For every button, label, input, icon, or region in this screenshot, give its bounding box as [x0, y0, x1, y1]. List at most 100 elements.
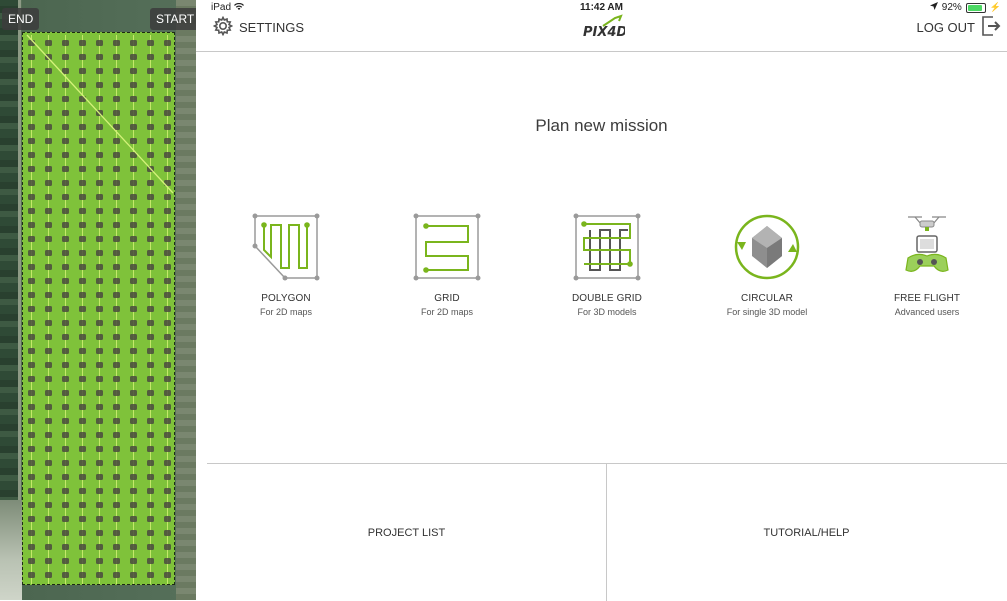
photo-marker: [45, 544, 52, 550]
mission-desc: For 2D maps: [259, 307, 312, 317]
photo-marker: [130, 292, 137, 298]
photo-marker: [113, 166, 120, 172]
photo-marker: [113, 572, 120, 578]
photo-marker: [28, 502, 35, 508]
photo-marker: [79, 558, 86, 564]
settings-label: SETTINGS: [239, 19, 305, 35]
photo-marker: [96, 250, 103, 256]
photo-marker: [96, 362, 103, 368]
photo-marker: [79, 544, 86, 550]
photo-marker: [130, 306, 137, 312]
photo-marker: [147, 250, 154, 256]
polygon-icon: [251, 212, 321, 282]
photo-marker: [96, 68, 103, 74]
photo-marker: [62, 166, 69, 172]
photo-marker: [62, 460, 69, 466]
photo-marker: [147, 292, 154, 298]
photo-marker: [45, 82, 52, 88]
settings-button[interactable]: SETTINGS: [212, 15, 305, 38]
photo-marker: [113, 460, 120, 466]
photo-marker: [113, 306, 120, 312]
photo-marker: [96, 152, 103, 158]
photo-marker: [96, 544, 103, 550]
charging-icon: ⚡: [989, 2, 1001, 12]
photo-marker: [62, 180, 69, 186]
photo-marker: [130, 460, 137, 466]
photo-marker: [96, 96, 103, 102]
photo-marker: [62, 404, 69, 410]
photo-marker: [28, 250, 35, 256]
photo-marker: [96, 460, 103, 466]
photo-marker: [147, 558, 154, 564]
photo-marker: [164, 572, 171, 578]
photo-marker: [62, 124, 69, 130]
photo-marker: [28, 446, 35, 452]
photo-marker: [130, 488, 137, 494]
photo-marker: [45, 222, 52, 228]
mission-grid[interactable]: GRID For 2D maps: [377, 212, 517, 317]
photo-marker: [62, 292, 69, 298]
mission-polygon[interactable]: POLYGON For 2D maps: [216, 212, 356, 317]
photo-marker: [164, 530, 171, 536]
mission-circular[interactable]: CIRCULAR For single 3D model: [697, 212, 837, 317]
photo-marker: [113, 68, 120, 74]
photo-marker: [45, 404, 52, 410]
photo-marker: [45, 432, 52, 438]
logout-icon: [981, 14, 1001, 41]
photo-marker: [164, 390, 171, 396]
project-list-button[interactable]: PROJECT LIST: [207, 464, 607, 601]
photo-marker: [28, 166, 35, 172]
photo-marker: [28, 54, 35, 60]
photo-marker: [28, 180, 35, 186]
photo-marker: [45, 306, 52, 312]
photo-marker: [96, 180, 103, 186]
photo-marker: [79, 54, 86, 60]
photo-marker: [130, 502, 137, 508]
tutorial-help-label: TUTORIAL/HELP: [763, 526, 850, 539]
photo-marker: [28, 96, 35, 102]
photo-marker: [62, 390, 69, 396]
photo-marker: [96, 558, 103, 564]
photo-marker: [147, 194, 154, 200]
photo-marker: [79, 376, 86, 382]
mission-free-flight[interactable]: FREE FLIGHT Advanced users: [857, 212, 997, 317]
mission-double-grid[interactable]: DOUBLE GRID For 3D models: [537, 212, 677, 317]
map-end-label: END: [2, 8, 40, 30]
photo-marker: [147, 68, 154, 74]
mission-desc: For 3D models: [577, 307, 637, 317]
photo-marker: [79, 306, 86, 312]
photo-marker: [113, 334, 120, 340]
photo-marker: [147, 572, 154, 578]
photo-marker: [62, 502, 69, 508]
photo-marker: [45, 40, 52, 46]
logout-button[interactable]: LOG OUT: [916, 14, 1001, 40]
photo-marker: [164, 306, 171, 312]
photo-marker: [79, 138, 86, 144]
photo-marker: [62, 110, 69, 116]
photo-marker: [130, 404, 137, 410]
photo-marker: [79, 278, 86, 284]
photo-marker: [28, 558, 35, 564]
photo-marker: [45, 516, 52, 522]
photo-marker: [130, 320, 137, 326]
photo-marker: [164, 236, 171, 242]
photo-marker: [130, 250, 137, 256]
flight-area-polygon: [22, 32, 175, 585]
photo-marker: [147, 222, 154, 228]
photo-marker: [164, 194, 171, 200]
photo-marker: [62, 418, 69, 424]
flight-path-overlay: [26, 34, 174, 584]
photo-marker: [113, 320, 120, 326]
photo-marker: [79, 488, 86, 494]
photo-marker: [96, 292, 103, 298]
photo-marker: [147, 446, 154, 452]
photo-marker: [45, 250, 52, 256]
photo-marker: [28, 530, 35, 536]
photo-marker: [45, 152, 52, 158]
photo-marker: [147, 432, 154, 438]
photo-marker: [147, 348, 154, 354]
photo-marker: [113, 362, 120, 368]
photo-marker: [96, 404, 103, 410]
mission-name: POLYGON: [261, 293, 311, 304]
tutorial-help-button[interactable]: TUTORIAL/HELP: [607, 464, 1006, 601]
